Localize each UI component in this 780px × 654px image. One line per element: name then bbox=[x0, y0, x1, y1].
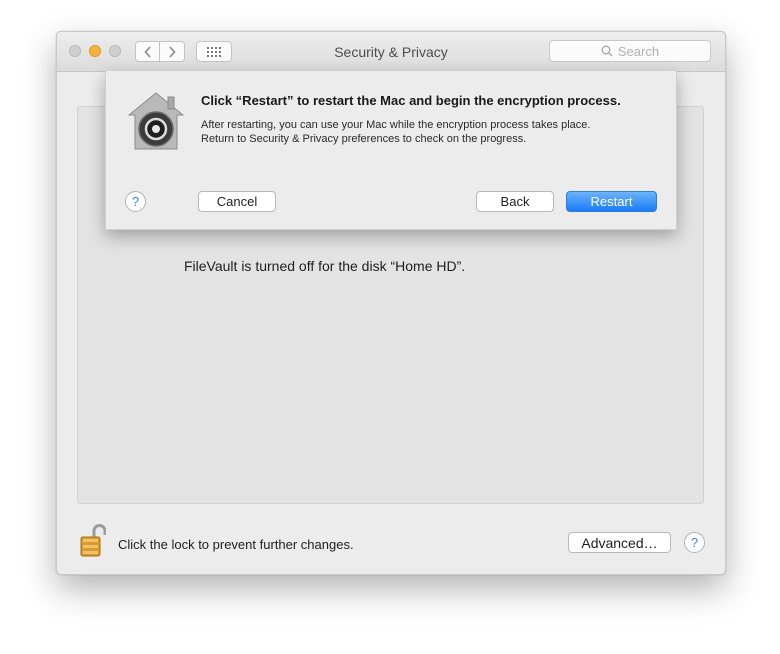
filevault-icon bbox=[127, 92, 185, 150]
sheet-heading: Click “Restart” to restart the Mac and b… bbox=[201, 93, 621, 108]
padlock-open-icon[interactable] bbox=[80, 523, 106, 557]
help-icon: ? bbox=[690, 535, 699, 550]
search-icon bbox=[601, 45, 613, 57]
help-icon: ? bbox=[131, 194, 140, 209]
sheet-body: After restarting, you can use your Mac w… bbox=[201, 118, 661, 146]
search-field[interactable]: Search bbox=[549, 40, 711, 62]
advanced-button[interactable]: Advanced… bbox=[568, 532, 671, 553]
filevault-status-text: FileVault is turned off for the disk “Ho… bbox=[184, 258, 466, 274]
sheet-body-line-2: Return to Security & Privacy preferences… bbox=[201, 133, 527, 145]
preferences-window: Security & Privacy Search FileVault is t… bbox=[56, 31, 726, 575]
restart-button[interactable]: Restart bbox=[566, 191, 657, 212]
lock-message: Click the lock to prevent further change… bbox=[118, 537, 354, 552]
sheet-help-button[interactable]: ? bbox=[125, 191, 146, 212]
cancel-button[interactable]: Cancel bbox=[198, 191, 276, 212]
sheet-body-line-1: After restarting, you can use your Mac w… bbox=[201, 119, 591, 131]
back-button[interactable]: Back bbox=[476, 191, 554, 212]
help-button[interactable]: ? bbox=[684, 532, 705, 553]
titlebar: Security & Privacy Search bbox=[57, 32, 725, 72]
restart-confirmation-sheet: Click “Restart” to restart the Mac and b… bbox=[105, 71, 677, 230]
search-placeholder: Search bbox=[617, 43, 660, 59]
